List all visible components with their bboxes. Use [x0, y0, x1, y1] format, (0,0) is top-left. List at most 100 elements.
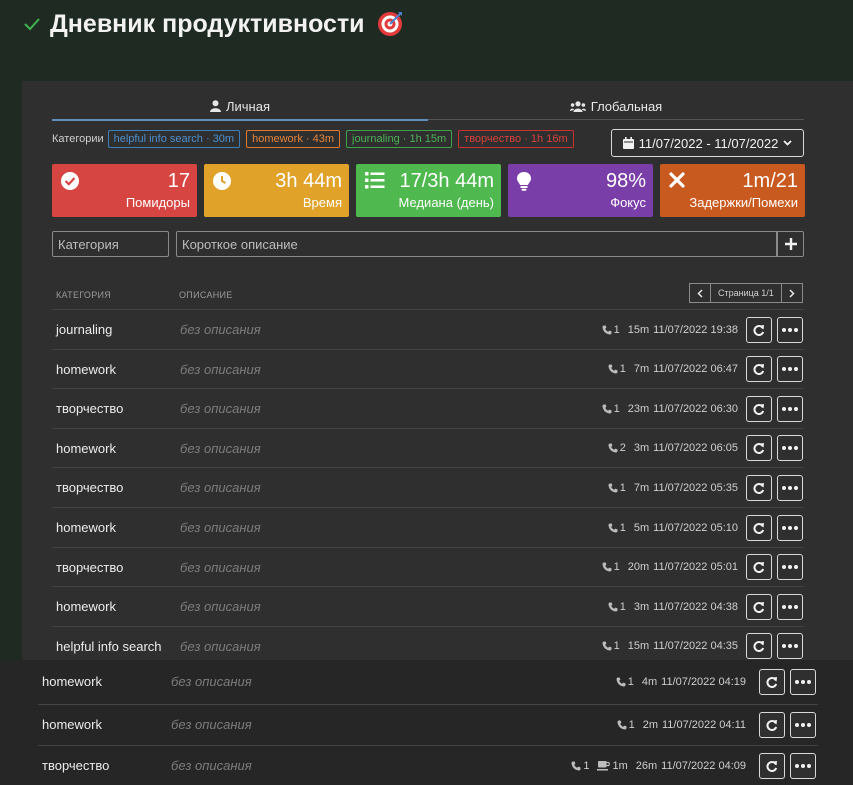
restart-button[interactable] [746, 514, 772, 541]
date-range-text: 11/07/2022 - 11/07/2022 [638, 135, 779, 151]
more-icon [782, 446, 798, 451]
entry-row: творчество без описания 1 23m 11/07/2022 06:… [52, 388, 804, 428]
more-options-button[interactable] [777, 395, 803, 422]
category-tag[interactable]: journaling · 1h 15m [346, 130, 453, 148]
entry-description: без описания [180, 638, 261, 654]
restart-button[interactable] [759, 668, 785, 695]
more-icon [782, 406, 798, 411]
entry-calls: 1 [613, 561, 620, 574]
entry-duration: 7m [633, 481, 650, 494]
phone-icon [602, 404, 612, 414]
entry-category: творчество [42, 758, 110, 773]
entry-duration: 26m [635, 759, 658, 772]
entry-row: творчество без описания 1 20m 11/07/2022 05:… [52, 546, 804, 587]
more-icon [782, 644, 798, 649]
more-options-button[interactable] [777, 316, 803, 343]
restart-button[interactable] [746, 316, 772, 343]
scope-tabs: Личная Глобальная [52, 93, 804, 121]
entry-category: helpful info search [56, 638, 162, 654]
redo-icon [753, 522, 765, 534]
more-icon [782, 565, 798, 570]
stat-value: 3h 44m [275, 170, 342, 192]
entry-category: homework [42, 674, 102, 689]
stat-value: 17/3h 44m [399, 170, 494, 192]
entry-description: без описания [180, 401, 261, 417]
entry-datetime: 11/07/2022 06:30 [653, 402, 738, 415]
entry-datetime: 11/07/2022 19:38 [653, 323, 738, 336]
column-header-category: Категория [56, 290, 112, 300]
more-options-button[interactable] [777, 474, 803, 501]
stat-label: Задержки/Помехи [689, 195, 798, 210]
more-options-button[interactable] [777, 514, 803, 541]
entry-calls: 1 [619, 600, 626, 613]
entry-row: homework без описания 1 2m 11/07/2022 04:11 [38, 704, 818, 744]
entry-description: без описания [180, 322, 261, 337]
entry-category: homework [56, 520, 116, 535]
entry-datetime: 11/07/2022 04:35 [653, 640, 738, 653]
entry-meta: 1 7m 11/07/2022 05:35 [608, 482, 738, 494]
category-tag[interactable]: homework · 43m [246, 130, 340, 148]
more-options-button[interactable] [790, 752, 816, 779]
phone-icon [602, 641, 612, 651]
restart-button[interactable] [746, 356, 772, 383]
restart-button[interactable] [746, 395, 772, 422]
restart-button[interactable] [746, 474, 772, 501]
restart-button[interactable] [746, 554, 772, 581]
category-tag[interactable]: творчество · 1h 16m [458, 130, 574, 148]
category-tag[interactable]: helpful info search · 30m [107, 130, 241, 148]
entry-datetime: 11/07/2022 06:47 [653, 363, 738, 376]
more-icon [795, 763, 811, 768]
entry-category: journaling [56, 322, 113, 337]
more-options-button[interactable] [777, 554, 803, 581]
entry-row: homework без описания 1 5m 11/07/2022 05:10 [52, 507, 804, 547]
more-options-button[interactable] [777, 356, 803, 383]
more-options-button[interactable] [777, 435, 803, 462]
restart-button[interactable] [746, 435, 772, 462]
entry-row: творчество без описания 1 1m 26m 11/07/2022 0… [38, 745, 818, 785]
entry-meta: 1 2m 11/07/2022 04:11 [617, 719, 746, 731]
more-options-button[interactable] [790, 668, 816, 695]
phone-icon [571, 761, 581, 770]
stat-card-median: 17/3h 44m Медиана (день) [356, 164, 501, 217]
next-page-button[interactable] [780, 283, 803, 303]
stat-label: Медиана (день) [398, 195, 494, 210]
stat-card-pomodoros: 17 Помидоры [52, 164, 197, 217]
more-icon [795, 722, 811, 727]
phone-icon [608, 443, 618, 453]
entry-meta: 1 15m 11/07/2022 04:35 [602, 640, 738, 652]
date-range-picker[interactable]: 11/07/2022 - 11/07/2022 [611, 129, 804, 157]
page-indicator: Страница 1/1 [711, 283, 781, 303]
tab-personal[interactable]: Личная [52, 93, 428, 121]
stat-card-time: 3h 44m Время [204, 164, 349, 217]
more-icon [782, 327, 798, 332]
entry-meta: 1 20m 11/07/2022 05:01 [602, 561, 738, 573]
more-options-button[interactable] [790, 711, 816, 738]
restart-button[interactable] [746, 633, 772, 660]
entry-duration: 2m [642, 718, 658, 731]
entry-calls: 2 [619, 442, 626, 455]
entry-break: 1m [612, 759, 628, 772]
more-icon [782, 604, 798, 609]
restart-button[interactable] [759, 752, 785, 779]
more-options-button[interactable] [777, 633, 803, 660]
prev-page-button[interactable] [689, 283, 711, 303]
entry-category: творчество [56, 480, 124, 496]
restart-button[interactable] [746, 593, 772, 620]
redo-icon [753, 641, 765, 653]
entry-category: творчество [56, 401, 124, 417]
entry-row: homework без описания 1 7m 11/07/2022 06:47 [52, 348, 804, 389]
entry-duration: 5m [633, 521, 650, 534]
more-options-button[interactable] [777, 593, 803, 620]
category-tags: Категории helpful info search · 30m home… [52, 129, 580, 149]
add-entry-button[interactable] [777, 231, 804, 257]
restart-button[interactable] [759, 711, 785, 738]
description-input[interactable] [176, 231, 777, 257]
pagination: Страница 1/1 [689, 283, 803, 303]
tab-global[interactable]: Глобальная [428, 93, 804, 119]
entry-row: helpful info search без описания 1 15m 11/07… [52, 625, 804, 666]
column-header-description: Описание [179, 290, 233, 300]
entry-description: без описания [180, 361, 261, 377]
category-input[interactable] [52, 231, 169, 257]
user-icon [209, 100, 221, 112]
redo-icon [753, 324, 765, 336]
